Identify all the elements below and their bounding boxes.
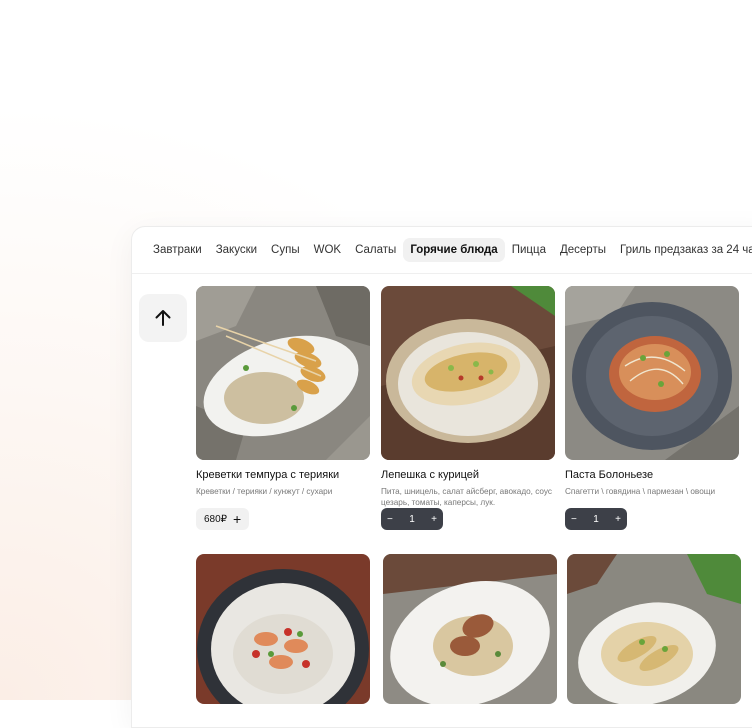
tab-grill[interactable]: Гриль предзаказ за 24 часа xyxy=(613,238,752,262)
product-card[interactable]: Креветки темпура с терияки Креветки / те… xyxy=(196,286,370,530)
tab-breakfast[interactable]: Завтраки xyxy=(146,238,209,262)
product-price: 680₽ xyxy=(204,513,228,525)
product-description: Креветки / терияки / кунжут / сухари xyxy=(196,487,333,496)
quantity-value: 1 xyxy=(593,513,599,525)
product-title: Креветки темпура с терияки xyxy=(196,469,340,481)
tab-pizza[interactable]: Пицца xyxy=(505,238,553,262)
product-card[interactable] xyxy=(567,554,741,704)
tab-wok[interactable]: WOK xyxy=(307,238,348,262)
tab-hot-dishes[interactable]: Горячие блюда xyxy=(403,238,505,262)
tab-soups[interactable]: Супы xyxy=(264,238,307,262)
quantity-stepper[interactable]: − 1 + xyxy=(565,508,627,530)
product-card[interactable]: Лепешка с курицей Пита, шницель, салат а… xyxy=(381,286,555,530)
product-card[interactable]: Паста Болоньезе Спагетти \ говядина \ па… xyxy=(565,286,739,530)
arrow-up-icon xyxy=(155,310,171,326)
tab-snacks[interactable]: Закуски xyxy=(209,238,264,262)
plus-icon[interactable]: + xyxy=(431,514,437,525)
product-description: Пита, шницель, салат айсберг, авокадо, с… xyxy=(381,487,552,507)
plus-icon[interactable]: + xyxy=(615,514,621,525)
product-title: Паста Болоньезе xyxy=(565,469,654,481)
quantity-stepper[interactable]: − 1 + xyxy=(381,508,443,530)
scroll-up-button[interactable] xyxy=(139,294,187,342)
tab-salads[interactable]: Салаты xyxy=(348,238,403,262)
product-photo xyxy=(565,286,739,460)
product-photo xyxy=(196,286,370,460)
minus-icon[interactable]: − xyxy=(571,514,577,525)
product-photo xyxy=(196,554,370,704)
product-photo xyxy=(567,554,741,704)
add-to-cart-button[interactable]: 680₽ + xyxy=(196,508,250,530)
plus-icon: + xyxy=(233,511,242,527)
product-photo xyxy=(383,554,557,704)
product-card[interactable] xyxy=(196,554,370,704)
category-tabs: Завтраки Закуски Супы WOK Салаты Горячие… xyxy=(132,227,752,274)
product-photo xyxy=(381,286,555,460)
minus-icon[interactable]: − xyxy=(387,514,393,525)
tab-desserts[interactable]: Десерты xyxy=(553,238,613,262)
product-title: Лепешка с курицей xyxy=(381,469,480,481)
quantity-value: 1 xyxy=(409,513,415,525)
product-description: Спагетти \ говядина \ пармезан \ овощи xyxy=(565,487,716,496)
product-card[interactable] xyxy=(383,554,557,704)
menu-panel: Завтраки Закуски Супы WOK Салаты Горячие… xyxy=(131,226,752,728)
